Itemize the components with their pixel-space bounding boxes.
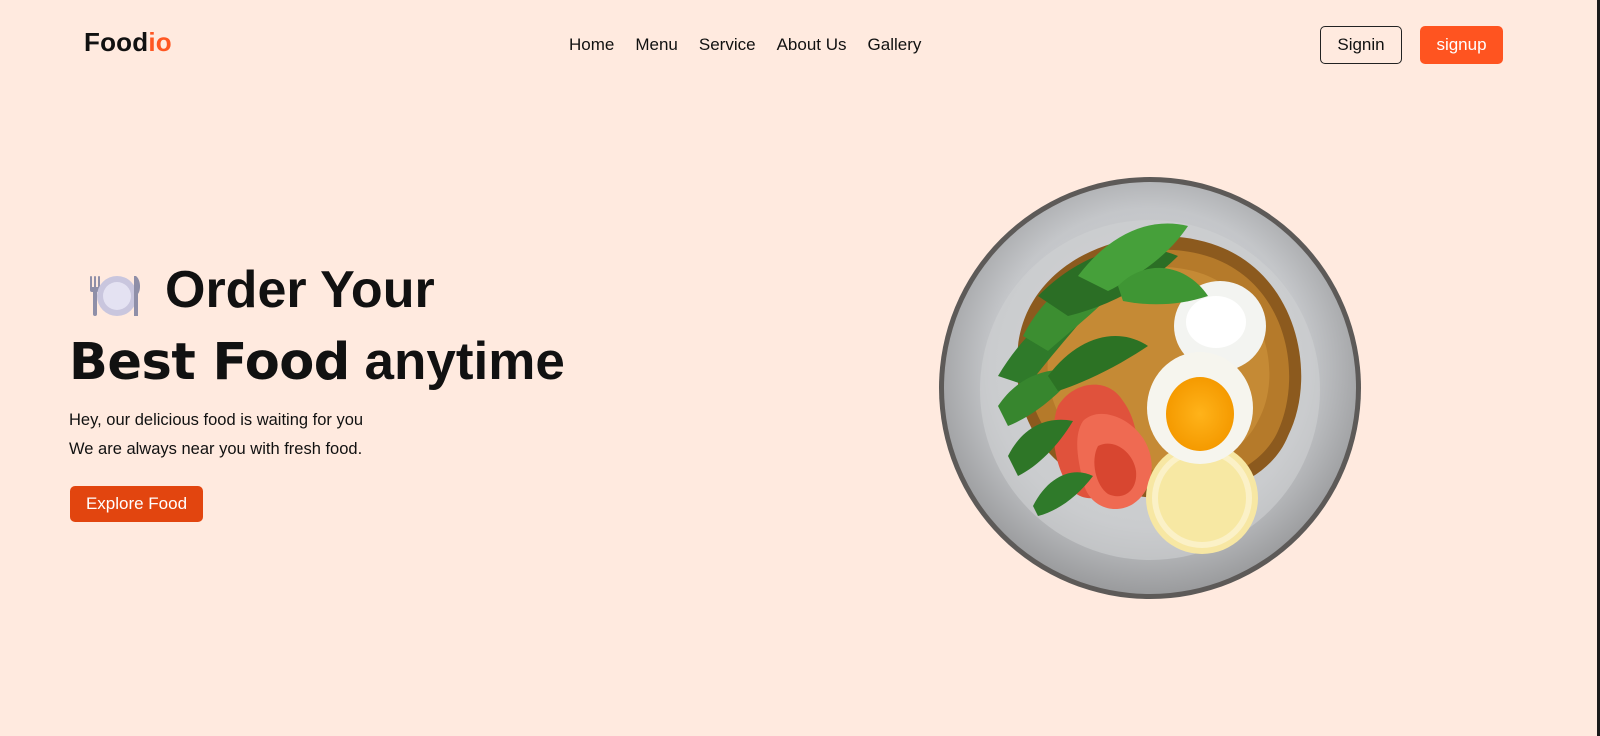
explore-food-button[interactable]: Explore Food — [70, 486, 203, 522]
nav-service[interactable]: Service — [699, 35, 756, 55]
food-plate-image — [939, 177, 1361, 599]
fork-knife-plate-icon — [90, 276, 141, 316]
nav-home[interactable]: Home — [569, 35, 614, 55]
nav-gallery[interactable]: Gallery — [868, 35, 922, 55]
signin-button[interactable]: Signin — [1320, 26, 1402, 64]
hero-heading-line1: Order Your — [165, 261, 435, 319]
hero-heading-line2: Best Food anytime — [69, 332, 565, 392]
hero-subtitle-line2: We are always near you with fresh food. — [69, 440, 363, 458]
logo-text-accent: io — [148, 27, 172, 57]
nav-about-us[interactable]: About Us — [777, 35, 847, 55]
logo-text-main: Food — [84, 27, 149, 57]
hero-subtitle-line1: Hey, our delicious food is waiting for y… — [69, 411, 364, 429]
hero-heading-bold: Best Food — [69, 333, 350, 392]
nav-menu[interactable]: Menu — [635, 35, 678, 55]
main-nav: Home Menu Service About Us Gallery — [569, 35, 942, 55]
logo[interactable]: Foodio — [84, 27, 172, 58]
hero-heading-rest: anytime — [349, 332, 565, 391]
signup-button[interactable]: signup — [1420, 26, 1503, 64]
